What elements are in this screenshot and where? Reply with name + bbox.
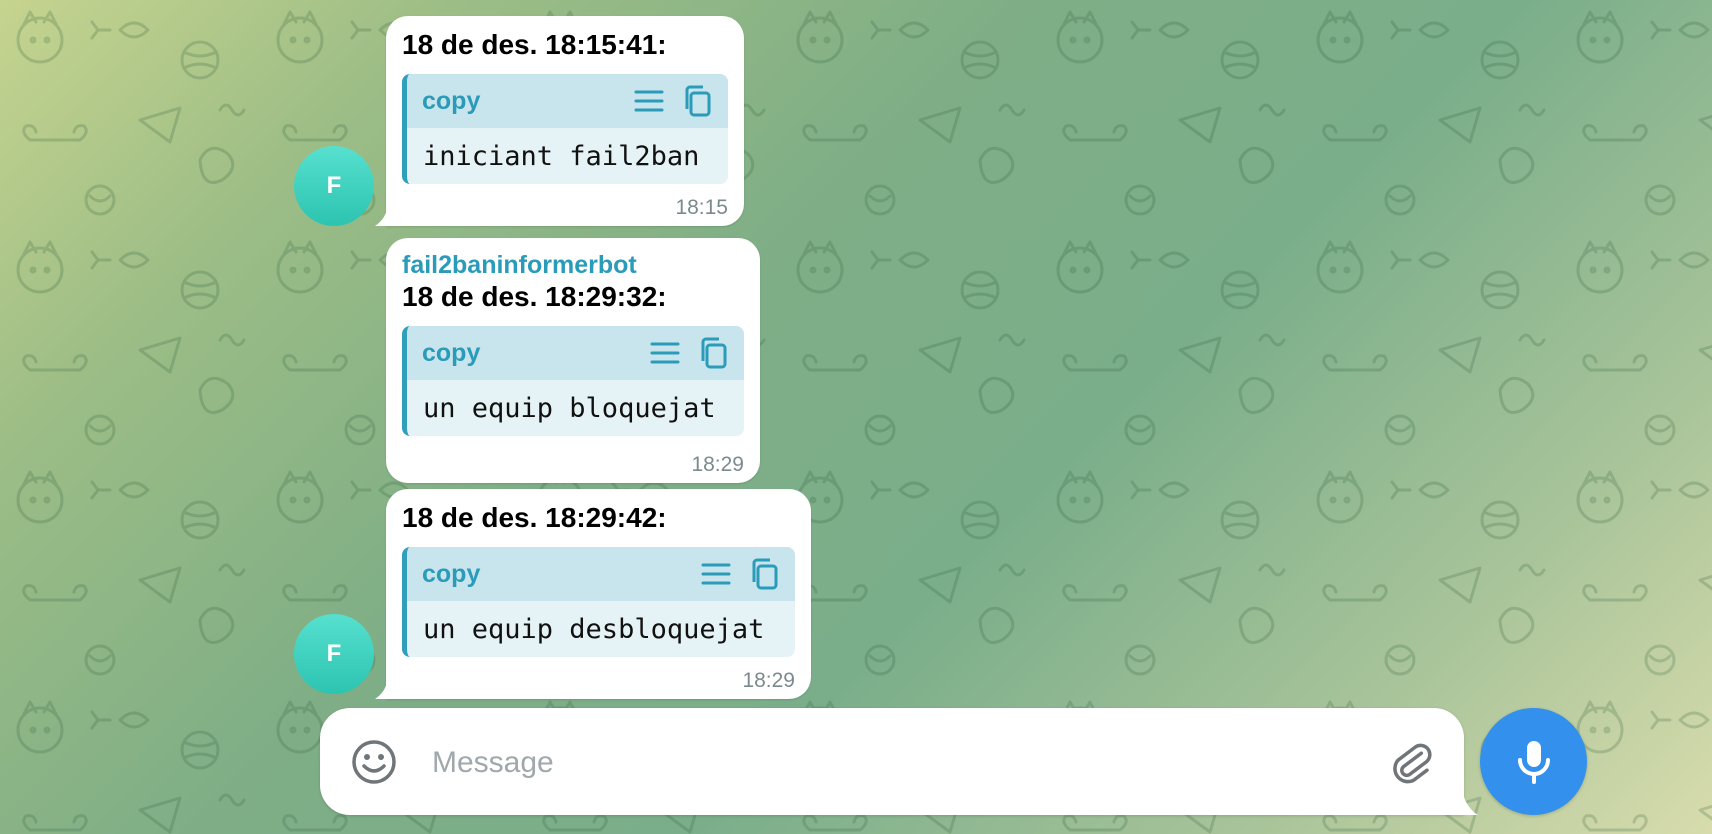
message-input[interactable]	[430, 734, 1334, 792]
code-block-header: copy	[407, 74, 728, 128]
message-heading: 18 de des. 18:15:41:	[402, 29, 667, 60]
microphone-icon	[1517, 740, 1550, 784]
paperclip-icon[interactable]	[1388, 738, 1436, 786]
wrap-lines-icon[interactable]	[648, 336, 682, 370]
avatar-initial: F	[326, 640, 342, 667]
message-time: 18:29	[742, 669, 795, 692]
code-block-text: un equip desbloquejat	[423, 613, 765, 645]
code-block-language: copy	[422, 559, 481, 588]
wrap-lines-icon[interactable]	[632, 84, 666, 118]
wrap-lines-icon[interactable]	[699, 557, 733, 591]
message-heading: 18 de des. 18:29:32:	[402, 281, 667, 312]
code-block-header: copy	[407, 326, 744, 380]
copy-icon[interactable]	[680, 84, 714, 118]
code-block: copy un equip bloquejat	[402, 326, 744, 436]
avatar[interactable]: F	[294, 614, 374, 694]
copy-icon[interactable]	[747, 557, 781, 591]
microphone-button[interactable]	[1480, 708, 1587, 815]
avatar-initial: F	[326, 172, 342, 199]
code-block-text: un equip bloquejat	[423, 392, 716, 424]
message-time: 18:15	[675, 196, 728, 219]
bubble-tail	[375, 208, 387, 226]
code-block-language: copy	[422, 86, 481, 115]
copy-icon[interactable]	[696, 336, 730, 370]
message-bubble[interactable]: 18 de des. 18:15:41: copy iniciant fail2…	[386, 16, 744, 226]
code-block-text: iniciant fail2ban	[423, 140, 700, 172]
code-block: copy un equip desbloquejat	[402, 547, 795, 657]
message-bubble[interactable]: 18 de des. 18:29:42: copy un equip desbl…	[386, 489, 811, 699]
message-composer	[320, 708, 1464, 815]
bubble-tail	[375, 681, 387, 699]
avatar[interactable]: F	[294, 146, 374, 226]
message-heading: 18 de des. 18:29:42:	[402, 502, 667, 533]
message-time: 18:29	[691, 453, 744, 476]
smiley-icon[interactable]	[350, 738, 398, 786]
sender-name[interactable]: fail2baninformerbot	[402, 250, 744, 280]
code-block-language: copy	[422, 338, 481, 367]
composer-tail	[1463, 793, 1478, 815]
message-bubble[interactable]: fail2baninformerbot 18 de des. 18:29:32:…	[386, 238, 760, 483]
code-block: copy iniciant fail2ban	[402, 74, 728, 184]
code-block-header: copy	[407, 547, 795, 601]
